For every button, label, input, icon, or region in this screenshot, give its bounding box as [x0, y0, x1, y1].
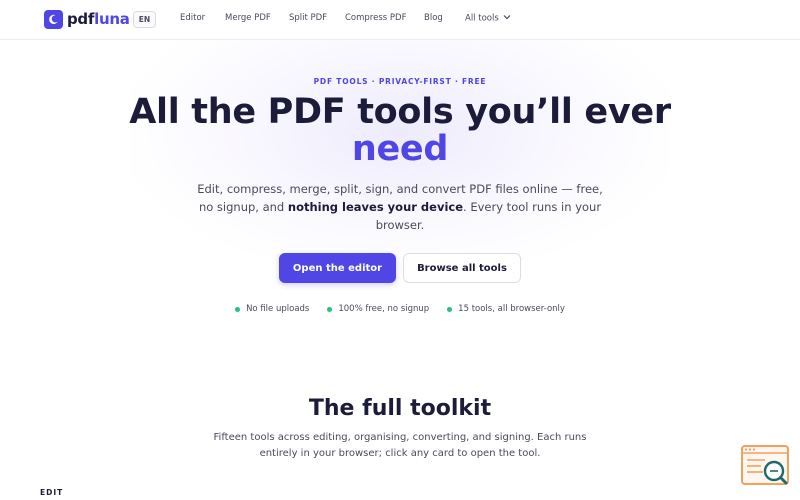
moon-icon: [44, 9, 63, 29]
browse-all-tools-button[interactable]: Browse all tools: [403, 253, 521, 283]
perk-label: 15 tools, all browser-only: [458, 304, 565, 314]
hero-title-accent: need: [351, 129, 449, 169]
logo-text-accent: luna: [94, 10, 130, 28]
section-label-edit: EDIT: [40, 488, 64, 497]
hero-eyebrow: PDF TOOLS · PRIVACY-FIRST · FREE: [313, 77, 487, 86]
nav-link-blog[interactable]: Blog: [424, 13, 443, 23]
hero-description: Edit, compress, merge, split, sign, and …: [196, 180, 604, 234]
perk-label: No file uploads: [246, 304, 310, 314]
open-editor-button[interactable]: Open the editor: [279, 253, 396, 283]
nav-link-all-tools-label: All tools: [465, 13, 499, 24]
nav-link-merge-pdf[interactable]: Merge PDF: [225, 13, 271, 23]
hero-perks: No file uploads 100% free, no signup 15 …: [0, 304, 800, 314]
logo[interactable]: pdfluna: [44, 9, 130, 29]
toolkit-subtitle: Fifteen tools across editing, organising…: [213, 432, 587, 459]
nav-link-compress-pdf[interactable]: Compress PDF: [345, 13, 406, 23]
status-dot-icon: [327, 306, 333, 312]
nav-link-editor[interactable]: Editor: [180, 13, 205, 23]
language-selector[interactable]: EN: [133, 11, 156, 28]
nav-link-all-tools[interactable]: All tools: [465, 13, 511, 24]
nav-link-split-pdf[interactable]: Split PDF: [289, 13, 327, 23]
search-document-icon[interactable]: [741, 445, 791, 489]
hero-title: All the PDF tools you’ll ever need: [0, 94, 800, 168]
hero-title-main: All the PDF tools you’ll ever: [129, 92, 671, 132]
hero-description-emphasis: nothing leaves your device: [287, 200, 464, 214]
status-dot-icon: [235, 306, 241, 312]
perk-label: 100% free, no signup: [338, 304, 430, 314]
toolkit-title: The full toolkit: [308, 396, 492, 421]
perk-item: No file uploads: [235, 304, 309, 314]
logo-text: pdfluna: [67, 10, 130, 28]
status-dot-icon: [447, 306, 453, 312]
chevron-down-icon: [503, 13, 511, 23]
perk-item: 100% free, no signup: [327, 304, 429, 314]
perk-item: 15 tools, all browser-only: [447, 304, 565, 314]
site-header: pdfluna EN Editor Merge PDF Split PDF Co…: [0, 0, 800, 40]
logo-text-main: pdf: [67, 10, 95, 28]
